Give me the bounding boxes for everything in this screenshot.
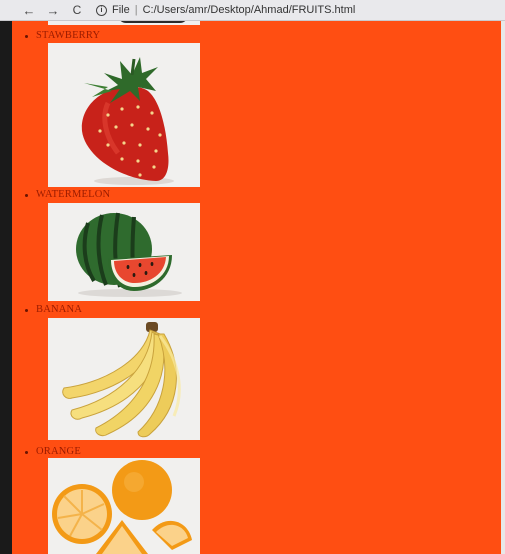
fruit-label: ORANGE (25, 446, 81, 457)
page-viewport: STAWBERRY WATERMELON BANANA ORANGE (12, 21, 505, 554)
orange-image (48, 458, 200, 554)
watermelon-image (48, 203, 200, 301)
fruit-label: STAWBERRY (24, 30, 101, 41)
strawberry-image (48, 43, 200, 187)
url-text[interactable]: C:/Users/amr/Desktop/Ahmad/FRUITS.html (143, 4, 356, 16)
address-bar[interactable]: i File | C:/Users/amr/Desktop/Ahmad/FRUI… (96, 0, 505, 20)
previous-fruit-image (48, 21, 200, 25)
forward-arrow-icon[interactable]: → (44, 0, 62, 20)
address-separator: | (134, 4, 138, 16)
back-arrow-icon[interactable]: ← (20, 0, 38, 20)
fruit-label: WATERMELON (24, 189, 111, 200)
fruit-label: BANANA (24, 304, 83, 315)
info-icon[interactable]: i (96, 4, 107, 16)
reload-icon[interactable]: C (68, 0, 86, 20)
file-label: File (112, 4, 130, 16)
window-edge (501, 21, 505, 554)
banana-image (48, 318, 200, 440)
browser-toolbar: ← → C i File | C:/Users/amr/Desktop/Ahma… (0, 0, 505, 21)
